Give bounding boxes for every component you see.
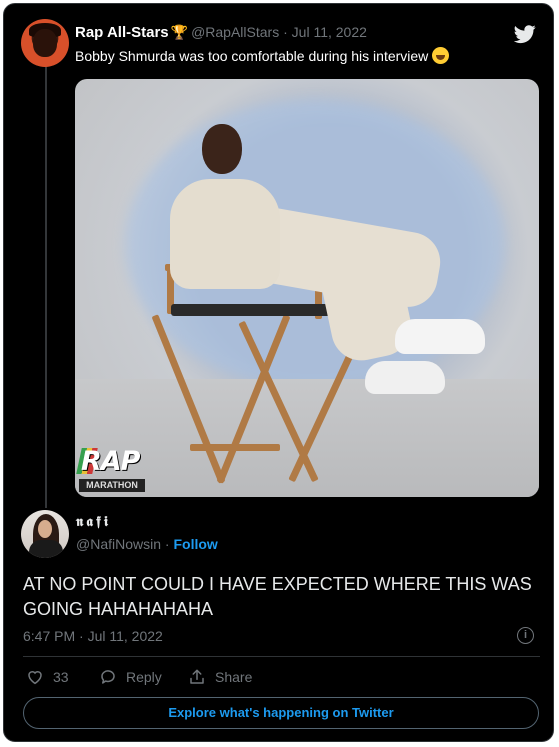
meta-separator: · (164, 536, 170, 552)
author-name[interactable]: 𝖓𝖆𝖋𝖎 (76, 514, 111, 530)
reply-label: Reply (126, 669, 162, 685)
reply-bubble-icon (101, 670, 115, 684)
rap-marathon-logo: RAP MARATHON (76, 446, 145, 492)
thread-connector-line (45, 64, 47, 508)
share-label: Share (215, 669, 253, 685)
share-icon (190, 669, 204, 684)
tweet-media-image[interactable]: RAP MARATHON (75, 79, 539, 497)
author-handle-row: @NafiNowsin · Follow (76, 536, 218, 552)
meta-separator: · (283, 24, 288, 40)
quoted-date[interactable]: Jul 11, 2022 (292, 24, 367, 40)
tweet-timestamp[interactable]: 6:47 PM · Jul 11, 2022 (23, 628, 163, 644)
follow-button[interactable]: Follow (173, 536, 217, 552)
embedded-tweet-card: Rap All-Stars 🏆 @RapAllStars · Jul 11, 202… (3, 3, 554, 742)
quoted-author-name[interactable]: Rap All-Stars (75, 24, 169, 41)
like-count: 33 (53, 669, 69, 685)
rap-all-stars-avatar[interactable] (21, 19, 69, 67)
twitter-bird-icon[interactable] (514, 23, 536, 45)
quoted-tweet-text: Bobby Shmurda was too comfortable during… (75, 47, 450, 64)
author-handle[interactable]: @NafiNowsin (76, 536, 161, 552)
reply-button[interactable]: Reply (99, 668, 162, 686)
tweet-text: AT NO POINT COULD I HAVE EXPECTED WHERE … (23, 574, 532, 619)
share-button[interactable]: Share (188, 668, 252, 686)
divider (23, 656, 540, 657)
quoted-author-handle[interactable]: @RapAllStars (191, 24, 279, 40)
quoted-tweet-header: Rap All-Stars 🏆 @RapAllStars · Jul 11, 202… (75, 24, 367, 41)
heart-icon (28, 671, 42, 685)
quoted-text-content: Bobby Shmurda was too comfortable during… (75, 48, 429, 64)
nafi-avatar[interactable] (21, 510, 69, 558)
explore-twitter-button[interactable]: Explore what's happening on Twitter (23, 697, 539, 729)
trophy-icon: 🏆 (170, 24, 189, 40)
like-button[interactable]: 33 (26, 668, 69, 686)
rolling-laughing-emoji-icon (432, 47, 450, 64)
info-icon[interactable]: i (517, 627, 534, 644)
